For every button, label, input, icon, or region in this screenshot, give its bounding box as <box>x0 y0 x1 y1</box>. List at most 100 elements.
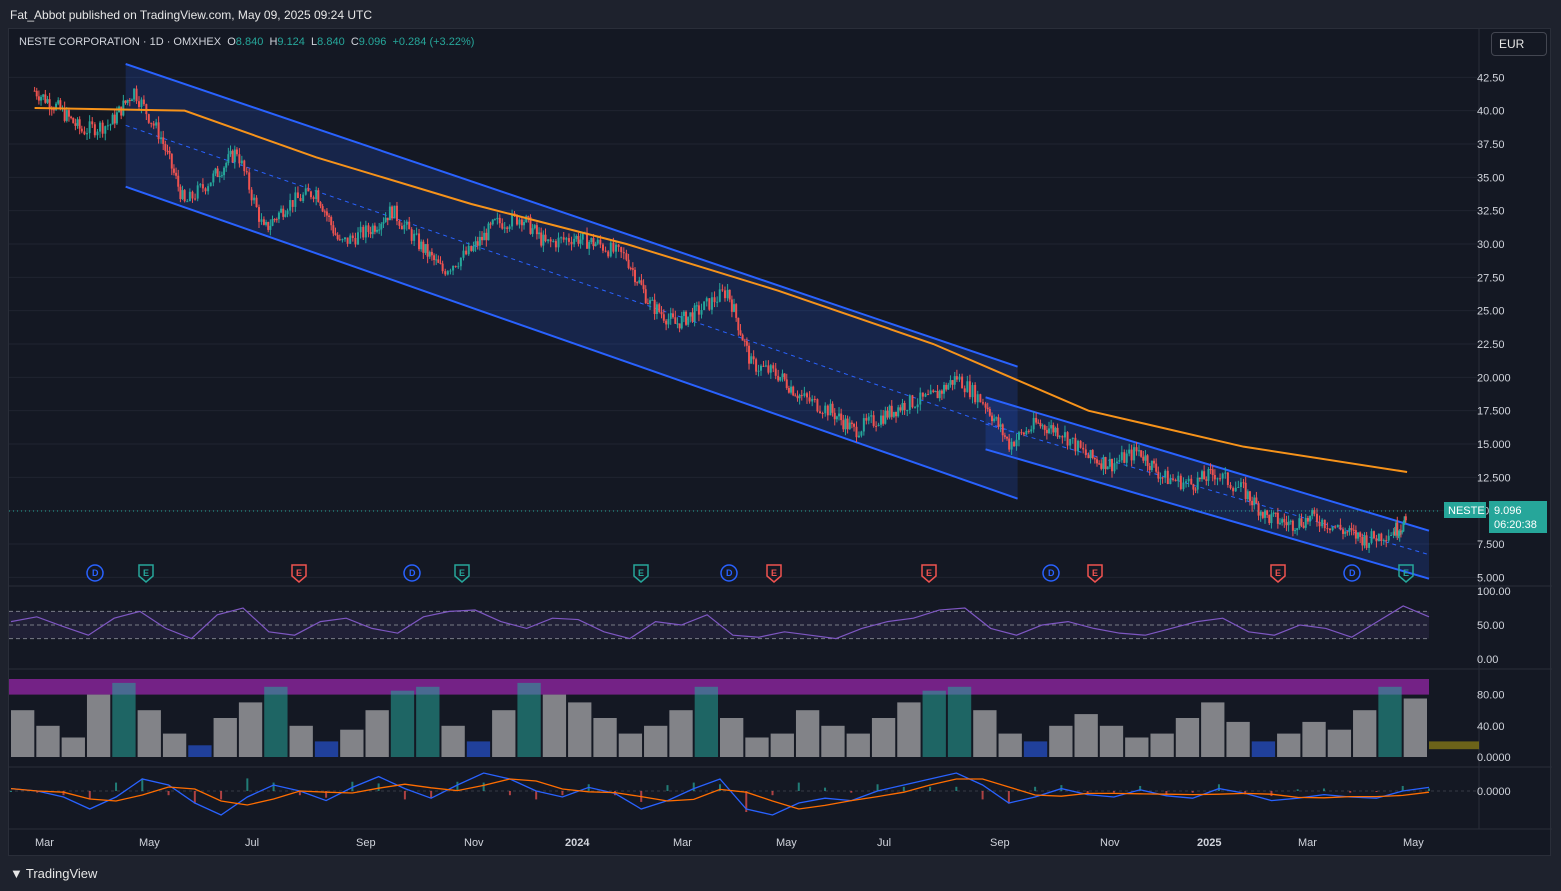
candle-body <box>892 411 895 417</box>
candle-body <box>433 255 436 260</box>
candle-body <box>860 431 863 436</box>
candle-body <box>850 422 853 424</box>
candle-body <box>594 243 597 247</box>
candle-body <box>1155 463 1158 472</box>
candle-body <box>481 236 484 241</box>
candle-body <box>745 341 748 346</box>
tradingview-logo[interactable]: ▼ TradingView <box>10 866 97 881</box>
macd-histogram-bar <box>88 791 91 800</box>
candle-body <box>1091 450 1094 458</box>
candle-body <box>299 198 302 201</box>
candle-body <box>855 426 858 438</box>
candle-body <box>128 99 131 102</box>
candle-body <box>1380 533 1383 541</box>
candle-body <box>1259 512 1262 516</box>
candle-body <box>1300 518 1303 526</box>
candle-body <box>63 107 66 121</box>
stochastic-bar <box>264 686 288 757</box>
chart-canvas[interactable]: D E E D E E D E E D E E D E 100.00 50.00 0.00 80.00 40.0… <box>9 29 1552 857</box>
candle-body <box>248 172 251 190</box>
candle-body <box>1100 463 1103 469</box>
stochastic-bar <box>492 710 516 757</box>
candle-body <box>1050 425 1053 429</box>
chart-container[interactable]: D E E D E E D E E D E E D E 100.00 50.00 0.00 80.00 40.0… <box>8 28 1552 857</box>
candle-body <box>968 381 971 398</box>
candle-body <box>1061 436 1064 438</box>
candle-body <box>1045 429 1048 434</box>
tradingview-brand: TradingView <box>25 866 98 881</box>
candle-body <box>124 100 127 103</box>
time-axis[interactable]: Mar May Jul Sep Nov 2024 Mar May Jul Sep Nov 2025 Ma… <box>35 837 1424 849</box>
price-tick-label: 35.00 <box>1477 172 1505 184</box>
candle-body <box>1402 523 1405 532</box>
time-tick-label: Jul <box>245 837 259 849</box>
candle-body <box>1074 437 1077 452</box>
candle-body <box>794 395 797 397</box>
macd-histogram-bar <box>115 782 118 791</box>
candle-body <box>1056 427 1059 437</box>
rsi-pane: 100.00 50.00 0.00 <box>9 586 1511 666</box>
candle-body <box>1274 512 1277 514</box>
stochastic-bar <box>11 710 35 757</box>
candle-body <box>1066 432 1069 446</box>
candle-body <box>824 405 827 414</box>
candle-body <box>147 114 150 123</box>
candle-body <box>140 99 143 108</box>
candle-body <box>57 100 60 104</box>
candle-body <box>1113 463 1116 472</box>
candle-body <box>895 411 898 417</box>
price-tick-label: 7.500 <box>1477 539 1505 551</box>
candle-body <box>1187 478 1190 482</box>
stochastic-bar <box>1251 741 1276 757</box>
candle-body <box>349 235 352 244</box>
candle-body <box>1270 513 1273 524</box>
candle-body <box>1350 528 1353 530</box>
stochastic-bar <box>61 737 85 757</box>
candle-body <box>1118 460 1121 462</box>
candle-body <box>848 422 851 430</box>
candle-body <box>554 241 557 248</box>
candle-body <box>1239 482 1242 488</box>
stochastic-bar <box>795 710 820 757</box>
candle-body <box>1281 519 1284 523</box>
event-marker-label: D <box>92 568 99 578</box>
stochastic-bar <box>745 737 769 757</box>
stochastic-tick-label: 80.00 <box>1477 690 1505 702</box>
candle-body <box>422 241 425 253</box>
candle-body <box>1153 460 1156 464</box>
currency-selector[interactable]: EUR <box>1491 32 1547 56</box>
candle-body <box>1041 425 1044 427</box>
candle-body <box>235 149 238 155</box>
candle-body <box>934 391 937 393</box>
candle-body <box>150 122 153 124</box>
candle-body <box>1352 529 1355 531</box>
candle-body <box>990 415 993 422</box>
candle-body <box>1253 497 1256 506</box>
candle-body <box>88 121 91 134</box>
candle-body <box>829 403 832 416</box>
macd-histogram-bar <box>430 791 433 798</box>
macd-signal-line <box>10 778 1430 810</box>
candle-body <box>1039 423 1042 427</box>
event-markers[interactable]: DEEDEEDEEDEEDE <box>86 564 1414 583</box>
candle-body <box>1203 471 1206 480</box>
candle-body <box>999 424 1002 427</box>
event-marker-label: E <box>1403 568 1409 578</box>
candle-body <box>680 316 683 329</box>
candle-body <box>728 289 731 300</box>
candle-body <box>33 90 36 92</box>
candle-body <box>1246 491 1249 500</box>
candle-body <box>899 407 902 411</box>
candle-body <box>1120 452 1123 461</box>
candle-body <box>527 216 530 218</box>
candle-body <box>223 167 226 176</box>
candle-body <box>1133 447 1136 461</box>
candle-body <box>1069 438 1072 446</box>
stochastic-bar <box>1125 737 1149 757</box>
candle-body <box>157 122 160 140</box>
candle-body <box>646 303 649 305</box>
candle-body <box>1377 533 1380 542</box>
macd-histogram-bar <box>246 778 249 791</box>
candle-body <box>586 232 589 249</box>
candle-body <box>833 412 836 420</box>
